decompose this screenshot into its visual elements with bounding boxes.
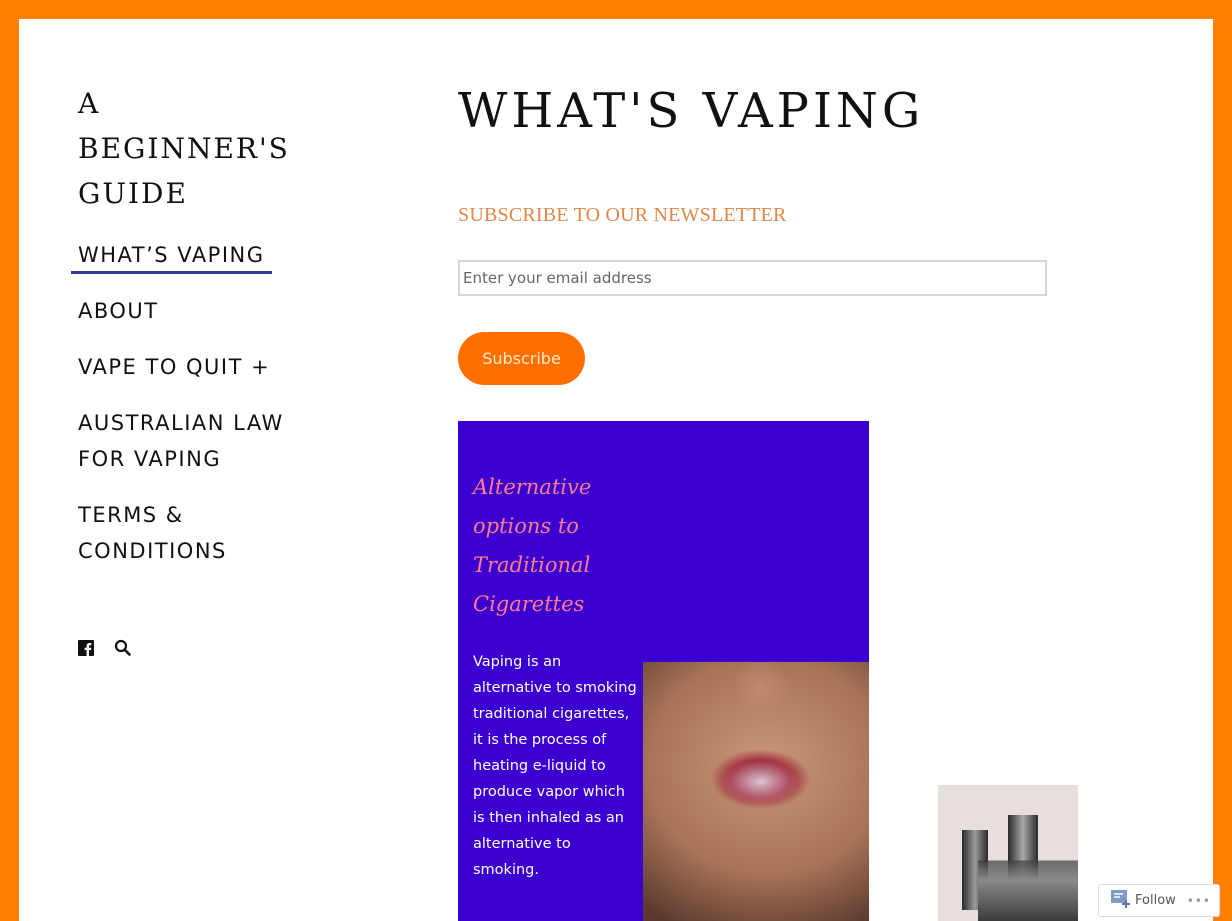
feature-heading: Alternative options to Traditional Cigar… bbox=[473, 475, 592, 616]
follow-label: Follow bbox=[1135, 893, 1176, 908]
nav-item-whats-vaping: WHAT’S VAPING bbox=[71, 237, 288, 274]
vaping-woman-photo bbox=[643, 662, 869, 921]
nav-link-terms[interactable]: TERMS & CONDITIONS bbox=[78, 497, 288, 569]
feature-block: Alternative options to Traditional Cigar… bbox=[458, 421, 869, 921]
nav-link-about[interactable]: ABOUT bbox=[78, 293, 159, 329]
follow-bar: Follow ••• bbox=[1098, 884, 1220, 917]
newsletter-heading: SUBSCRIBE TO OUR NEWSLETTER bbox=[458, 204, 787, 226]
page-title: WHAT'S VAPING bbox=[458, 83, 925, 139]
subscribe-button[interactable]: Subscribe bbox=[458, 332, 585, 385]
follow-reader-icon bbox=[1111, 889, 1131, 912]
social-links bbox=[78, 639, 131, 656]
site-title[interactable]: A BEGINNER'S GUIDE bbox=[78, 81, 298, 216]
nav-link-australian-law[interactable]: AUSTRALIAN LAW FOR VAPING bbox=[78, 405, 288, 477]
facebook-icon[interactable] bbox=[78, 639, 94, 656]
more-options-button[interactable]: ••• bbox=[1187, 894, 1211, 908]
nav-item-about: ABOUT bbox=[78, 293, 288, 329]
email-input[interactable] bbox=[458, 260, 1047, 296]
nav-link-vape-to-quit[interactable]: VAPE TO QUIT + bbox=[78, 349, 270, 385]
vape-tanks-photo bbox=[938, 785, 1078, 921]
follow-button[interactable]: Follow bbox=[1111, 889, 1176, 912]
search-icon[interactable] bbox=[114, 639, 131, 656]
nav-item-terms: TERMS & CONDITIONS bbox=[78, 497, 288, 569]
feature-body-text: Vaping is an alternative to smoking trad… bbox=[473, 654, 637, 878]
nav-link-whats-vaping[interactable]: WHAT’S VAPING bbox=[71, 237, 272, 274]
main-navigation: WHAT’S VAPING ABOUT VAPE TO QUIT + AUSTR… bbox=[71, 237, 288, 589]
page-container: A BEGINNER'S GUIDE WHAT’S VAPING ABOUT V… bbox=[19, 19, 1213, 921]
nav-item-vape-to-quit: VAPE TO QUIT + bbox=[78, 349, 288, 385]
nav-item-australian-law: AUSTRALIAN LAW FOR VAPING bbox=[78, 405, 288, 477]
